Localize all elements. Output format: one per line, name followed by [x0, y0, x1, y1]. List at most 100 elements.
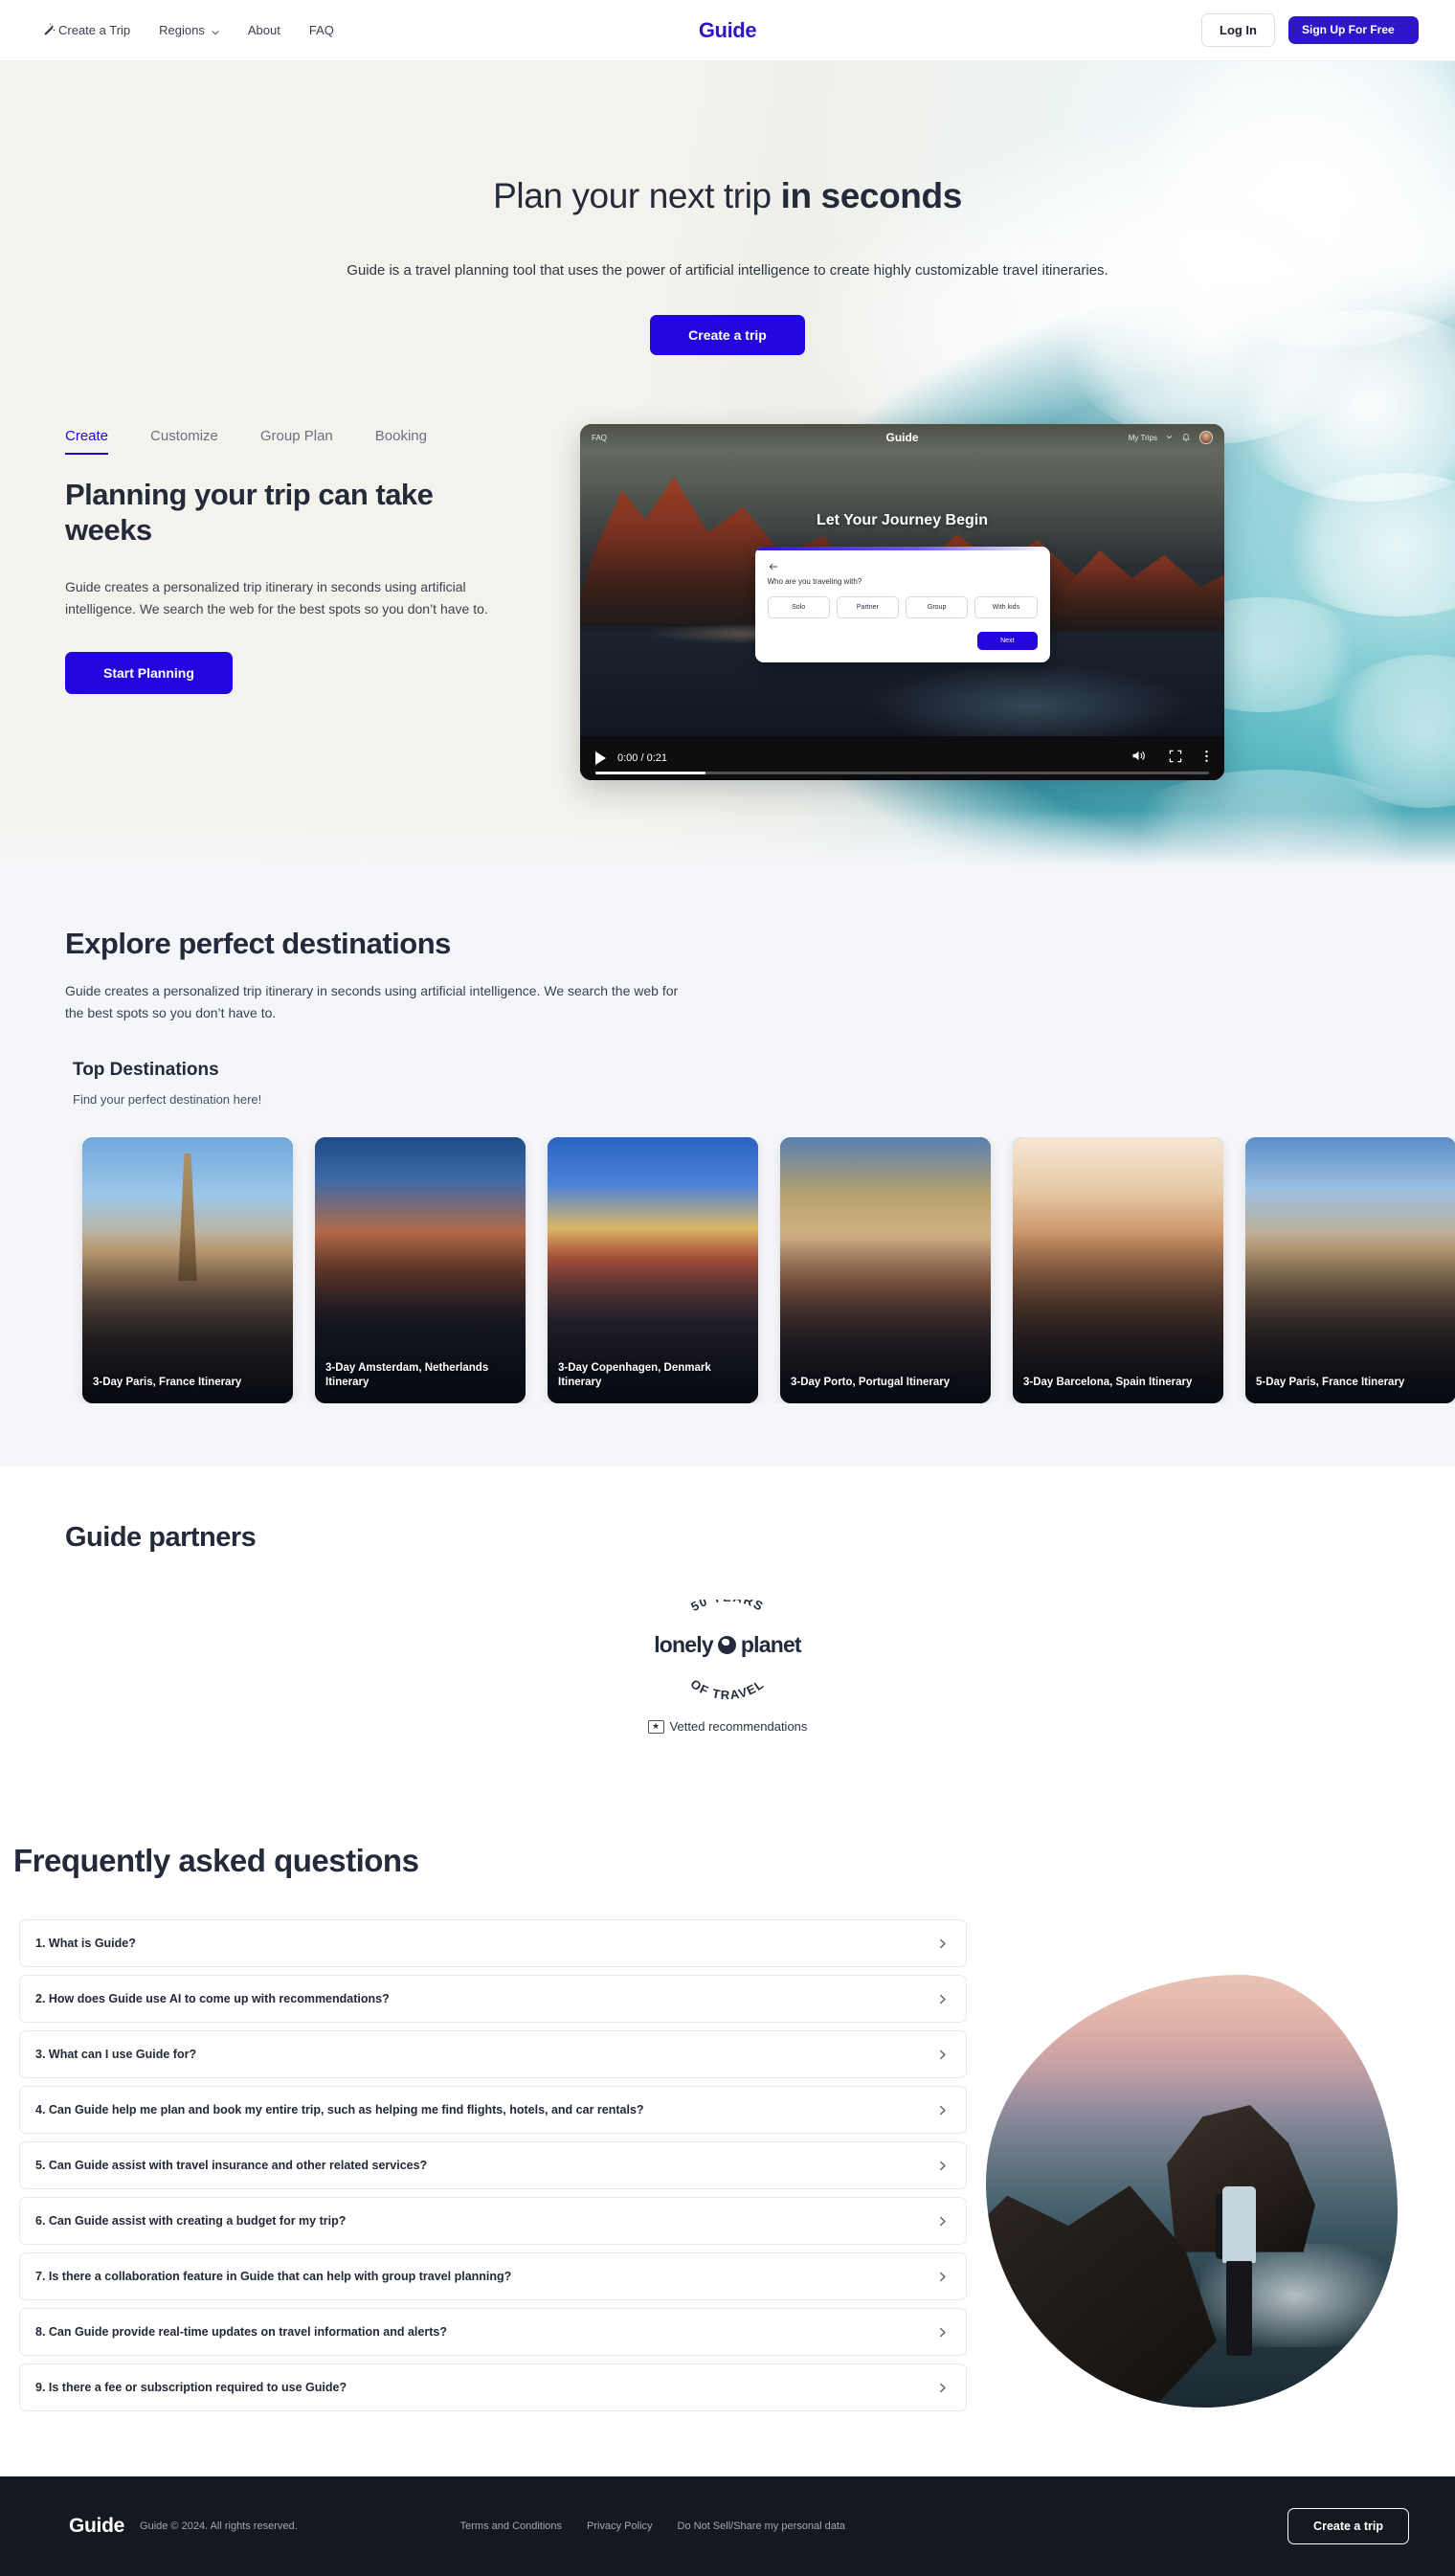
destination-card-title: 3-Day Paris, France Itinerary	[93, 1377, 242, 1389]
partners-section: Guide partners 50 YEARS lonely planet OF…	[0, 1467, 1455, 1802]
chevron-right-icon	[936, 2049, 949, 2061]
notification-bell-icon	[1181, 433, 1191, 443]
footer-logo: Guide	[69, 2515, 125, 2538]
destination-card[interactable]: 3-Day Porto, Portugal Itinerary	[780, 1137, 991, 1404]
option-group[interactable]: Group	[906, 596, 969, 618]
faq-item[interactable]: 4. Can Guide help me plan and book my en…	[19, 2086, 967, 2135]
video-time-display: 0:00 / 0:21	[617, 752, 667, 764]
svg-text:OF TRAVEL: OF TRAVEL	[688, 1677, 767, 1700]
brand-logo[interactable]: Guide	[699, 18, 757, 43]
destination-card[interactable]: 3-Day Barcelona, Spain Itinerary	[1013, 1137, 1223, 1404]
faq-question: 5. Can Guide assist with travel insuranc…	[35, 2159, 428, 2173]
chevron-down-icon	[1166, 434, 1173, 442]
vetted-recommendations-badge: ★ Vetted recommendations	[0, 1719, 1455, 1734]
feature-section: Create Customize Group Plan Booking Plan…	[0, 424, 1455, 780]
hero-bottom-fade	[0, 810, 1455, 867]
logo-word-lonely: lonely	[654, 1632, 713, 1658]
option-partner[interactable]: Partner	[836, 596, 899, 618]
top-navigation-bar: Create a Trip Regions About FAQ Guide Lo…	[0, 0, 1455, 61]
top-destinations-subtitle: Find your perfect destination here!	[73, 1092, 262, 1108]
destination-card-title: 3-Day Porto, Portugal Itinerary	[791, 1377, 951, 1389]
faq-illustration-column	[967, 1919, 1455, 2419]
faq-item[interactable]: 6. Can Guide assist with creating a budg…	[19, 2197, 967, 2246]
hero-title: Plan your next trip in seconds	[0, 61, 1455, 216]
logo-arc-bottom-text: OF TRAVEL	[688, 1677, 767, 1700]
tab-group-plan[interactable]: Group Plan	[260, 428, 333, 455]
faq-question: 6. Can Guide assist with creating a budg…	[35, 2214, 347, 2229]
destination-card[interactable]: 3-Day Copenhagen, Denmark Itinerary	[548, 1137, 758, 1404]
nav-item-create-a-trip[interactable]: Create a Trip	[42, 23, 130, 37]
chevron-down-icon	[211, 26, 219, 35]
destination-card-title: 3-Day Amsterdam, Netherlands Itinerary	[325, 1362, 489, 1389]
nav-item-label: Regions	[159, 23, 205, 37]
lonely-planet-logo: 50 YEARS lonely planet OF TRAVEL	[632, 1600, 823, 1700]
star-badge-icon: ★	[647, 1719, 664, 1734]
chevron-right-icon	[936, 1938, 949, 1950]
hero-cta-container: Create a trip	[0, 315, 1455, 355]
feature-tabs: Create Customize Group Plan Booking	[65, 428, 572, 455]
nav-item-faq[interactable]: FAQ	[309, 23, 334, 37]
faq-item[interactable]: 7. Is there a collaboration feature in G…	[19, 2252, 967, 2301]
explore-paragraph: Guide creates a personalized trip itiner…	[65, 983, 679, 1020]
more-options-icon[interactable]	[1204, 749, 1209, 769]
hiker-coast-photo-blob	[986, 1975, 1398, 2408]
video-progress-bar[interactable]	[595, 772, 1209, 774]
play-button-icon[interactable]	[595, 751, 606, 765]
destination-card[interactable]: 3-Day Paris, France Itinerary	[82, 1137, 293, 1404]
destination-cards-carousel[interactable]: 3-Day Paris, France Itinerary 3-Day Amst…	[0, 1137, 1455, 1404]
faq-item[interactable]: 8. Can Guide provide real-time updates o…	[19, 2308, 967, 2357]
destination-card[interactable]: 5-Day Paris, France Itinerary	[1245, 1137, 1455, 1404]
log-in-button[interactable]: Log In	[1201, 13, 1275, 47]
nav-item-regions[interactable]: Regions	[159, 23, 219, 37]
faq-item[interactable]: 9. Is there a fee or subscription requir…	[19, 2363, 967, 2412]
tab-booking[interactable]: Booking	[375, 428, 427, 455]
vetted-recommendations-label: Vetted recommendations	[669, 1719, 808, 1735]
video-card-question: Who are you traveling with?	[767, 577, 862, 586]
video-brand-logo: Guide	[885, 431, 919, 444]
start-planning-button[interactable]: Start Planning	[65, 651, 233, 694]
faq-item[interactable]: 1. What is Guide?	[19, 1919, 967, 1968]
next-button[interactable]: Next	[977, 632, 1038, 650]
option-with-kids[interactable]: With kids	[974, 596, 1038, 618]
destination-card[interactable]: 3-Day Amsterdam, Netherlands Itinerary	[315, 1137, 526, 1404]
nav-links-group: Create a Trip Regions About FAQ	[0, 23, 334, 37]
footer-create-a-trip-button[interactable]: Create a trip	[1287, 2508, 1409, 2545]
destination-card-title: 3-Day Barcelona, Spain Itinerary	[1023, 1377, 1193, 1389]
chevron-right-icon	[936, 2160, 949, 2172]
explore-destinations-section: Explore perfect destinations Guide creat…	[0, 867, 1455, 1467]
chevron-right-icon	[936, 2326, 949, 2339]
faq-question: 2. How does Guide use AI to come up with…	[35, 1992, 390, 2006]
faq-item[interactable]: 5. Can Guide assist with travel insuranc…	[19, 2141, 967, 2190]
logo-wordmark: lonely planet	[632, 1632, 823, 1658]
feature-text-column: Create Customize Group Plan Booking Plan…	[65, 424, 572, 780]
logo-word-planet: planet	[740, 1632, 802, 1658]
video-onboarding-card: Who are you traveling with? Solo Partner…	[754, 547, 1050, 662]
nav-item-label: About	[247, 23, 280, 37]
tab-create[interactable]: Create	[65, 428, 109, 455]
faq-question: 7. Is there a collaboration feature in G…	[35, 2270, 512, 2284]
nav-item-about[interactable]: About	[248, 23, 280, 37]
faq-item[interactable]: 2. How does Guide use AI to come up with…	[19, 1975, 967, 2024]
faq-item[interactable]: 3. What can I use Guide for?	[19, 2030, 967, 2079]
sign-up-for-free-button[interactable]: Sign Up For Free	[1288, 16, 1419, 44]
volume-icon[interactable]	[1130, 748, 1147, 769]
explore-heading: Explore perfect destinations	[65, 927, 451, 960]
chevron-right-icon	[936, 2104, 949, 2117]
hero-create-a-trip-button[interactable]: Create a trip	[650, 315, 805, 355]
back-arrow-icon[interactable]	[768, 560, 779, 576]
faq-heading: Frequently asked questions	[13, 1843, 419, 1879]
video-my-trips-label: My Trips	[1128, 433, 1157, 442]
chevron-right-icon	[936, 2382, 949, 2394]
demo-video-player[interactable]: FAQ Guide My Trips Let Your Journey Begi…	[580, 424, 1224, 780]
option-solo[interactable]: Solo	[767, 596, 830, 618]
magic-wand-icon	[42, 23, 56, 37]
nav-actions-group: Log In Sign Up For Free	[1201, 13, 1455, 47]
fullscreen-icon[interactable]	[1168, 749, 1183, 769]
faq-question: 8. Can Guide provide real-time updates o…	[35, 2325, 447, 2340]
hero-title-plain: Plan your next trip	[493, 176, 781, 215]
hero-title-emphasis: in seconds	[780, 176, 963, 215]
video-overlay-heading: Let Your Journey Begin	[817, 512, 988, 528]
tab-customize[interactable]: Customize	[150, 428, 218, 455]
faq-question: 9. Is there a fee or subscription requir…	[35, 2381, 347, 2395]
faq-question: 4. Can Guide help me plan and book my en…	[35, 2103, 644, 2117]
